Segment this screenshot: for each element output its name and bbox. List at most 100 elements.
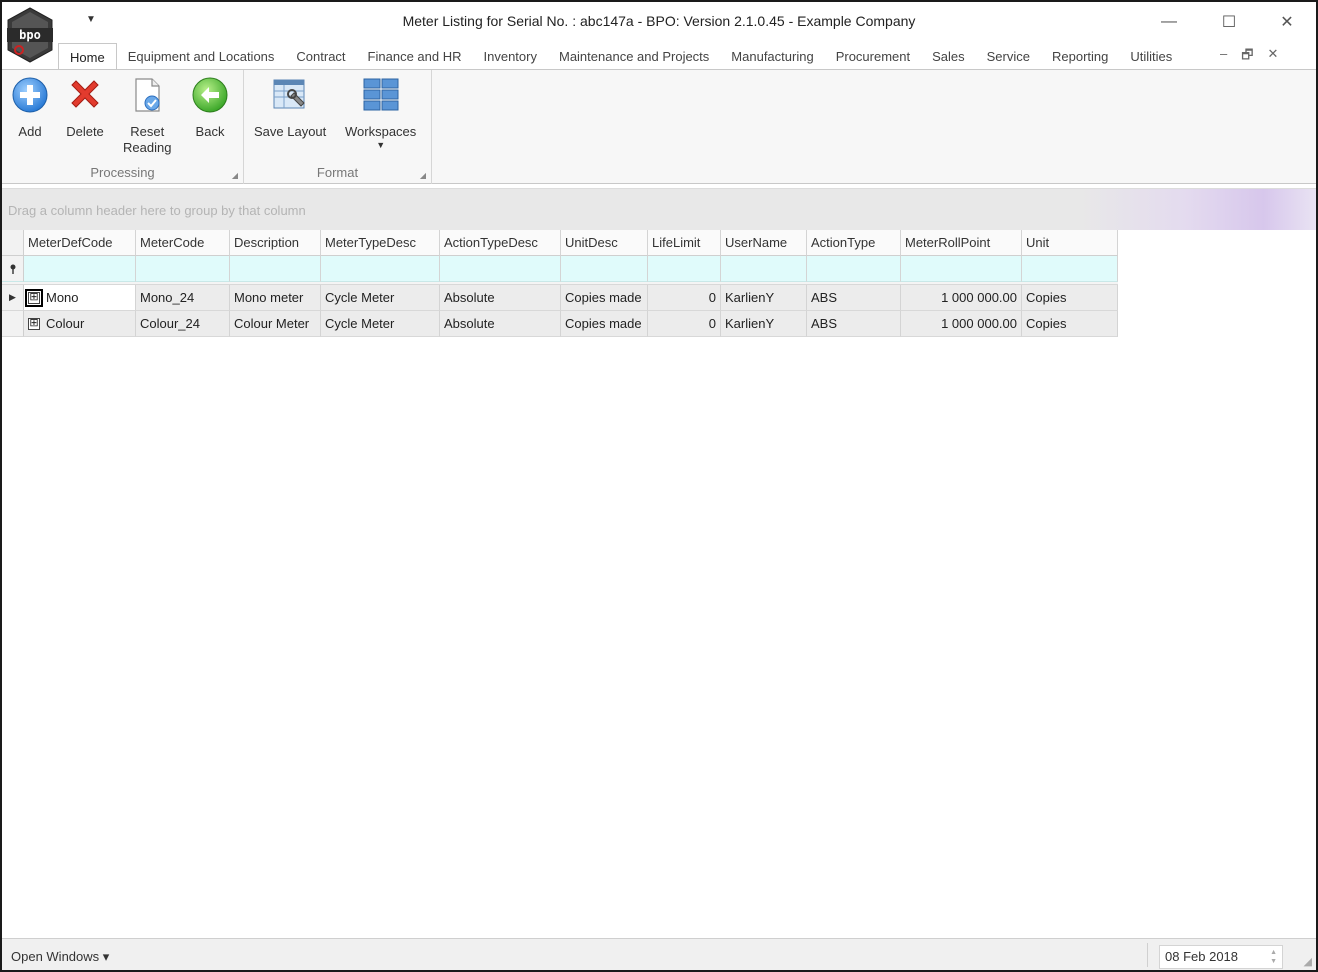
expand-row-icon[interactable]: ⊞ (25, 288, 43, 307)
tab-manufacturing[interactable]: Manufacturing (720, 43, 824, 69)
cell-unit[interactable]: Copies (1022, 285, 1118, 311)
tab-home[interactable]: Home (58, 43, 117, 70)
column-header-metertypedesc[interactable]: MeterTypeDesc (321, 230, 440, 256)
grid-header-row: MeterDefCode MeterCode Description Meter… (2, 230, 1118, 256)
workspaces-dropdown-icon: ▼ (376, 140, 386, 150)
workspaces-button[interactable]: Workspaces ▼ (345, 76, 416, 150)
save-layout-button[interactable]: Save Layout (254, 76, 326, 140)
pin-filter-icon (2, 256, 24, 282)
column-header-lifelimit[interactable]: LifeLimit (648, 230, 721, 256)
expand-row-icon[interactable]: ⊞ (28, 317, 40, 330)
mdi-close-button[interactable]: ✕ (1267, 46, 1278, 68)
delete-x-icon (66, 76, 104, 114)
filter-cell-lifelimit[interactable] (648, 256, 721, 282)
cell-meterdefcode[interactable]: ⊞ Mono (24, 285, 136, 311)
ribbon-group-format: Save Layout Workspaces ▼ Format ◢ (244, 70, 432, 184)
cell-description[interactable]: Mono meter (230, 285, 321, 311)
filter-cell-meterrollpoint[interactable] (901, 256, 1022, 282)
column-header-unit[interactable]: Unit (1022, 230, 1118, 256)
close-button[interactable]: ✕ (1264, 8, 1310, 36)
date-field[interactable]: 08 Feb 2018 ▲ ▼ (1159, 945, 1283, 969)
table-row[interactable]: ⊞ Colour Colour_24 Colour Meter Cycle Me… (2, 311, 1118, 337)
add-plus-icon (11, 76, 49, 114)
mdi-minimize-button[interactable]: – (1220, 46, 1227, 68)
back-button[interactable]: Back (191, 76, 229, 140)
cell-username[interactable]: KarlienY (721, 285, 807, 311)
open-windows-button[interactable]: Open Windows ▾ (11, 949, 109, 965)
delete-button[interactable]: Delete (66, 76, 104, 140)
cell-actiontypedesc[interactable]: Absolute (440, 285, 561, 311)
cell-meterrollpoint[interactable]: 1 000 000.00 (901, 311, 1022, 337)
format-group-label: Format (316, 165, 359, 180)
tab-inventory[interactable]: Inventory (473, 43, 548, 69)
maximize-button[interactable]: ☐ (1206, 8, 1252, 36)
cell-metercode[interactable]: Colour_24 (136, 311, 230, 337)
resize-grip-icon[interactable]: ◢ (1304, 955, 1312, 968)
cell-username[interactable]: KarlienY (721, 311, 807, 337)
date-spin-icon[interactable]: ▲ ▼ (1270, 948, 1277, 966)
cell-meterrollpoint[interactable]: 1 000 000.00 (901, 285, 1022, 311)
filter-cell-metercode[interactable] (136, 256, 230, 282)
column-header-meterdefcode[interactable]: MeterDefCode (24, 230, 136, 256)
cell-lifelimit[interactable]: 0 (648, 285, 721, 311)
workspaces-label: Workspaces (345, 124, 417, 139)
filter-cell-actiontype[interactable] (807, 256, 901, 282)
column-header-actiontypedesc[interactable]: ActionTypeDesc (440, 230, 561, 256)
tab-equipment-and-locations[interactable]: Equipment and Locations (117, 43, 286, 69)
window-title: Meter Listing for Serial No. : abc147a -… (402, 13, 916, 29)
cell-meterdefcode[interactable]: ⊞ Colour (24, 311, 136, 337)
cell-description[interactable]: Colour Meter (230, 311, 321, 337)
save-layout-label: Save Layout (254, 124, 327, 139)
filter-cell-meterdefcode[interactable] (24, 256, 136, 282)
tab-utilities[interactable]: Utilities (1119, 43, 1183, 69)
format-dialog-launcher-icon[interactable]: ◢ (420, 171, 426, 180)
group-by-panel[interactable]: Drag a column header here to group by th… (2, 188, 1316, 230)
table-row[interactable]: ▶ ⊞ Mono Mono_24 Mono meter Cycle Meter … (2, 285, 1118, 311)
tab-finance-and-hr[interactable]: Finance and HR (357, 43, 473, 69)
cell-actiontype[interactable]: ABS (807, 285, 901, 311)
back-arrow-icon (191, 76, 229, 114)
cell-unitdesc[interactable]: Copies made (561, 285, 648, 311)
cell-lifelimit[interactable]: 0 (648, 311, 721, 337)
cell-metertypedesc[interactable]: Cycle Meter (321, 285, 440, 311)
cell-actiontypedesc[interactable]: Absolute (440, 311, 561, 337)
status-bar: Open Windows ▾ 08 Feb 2018 ▲ ▼ ◢ (2, 938, 1316, 970)
cell-unit[interactable]: Copies (1022, 311, 1118, 337)
tab-sales[interactable]: Sales (921, 43, 976, 69)
filter-cell-unitdesc[interactable] (561, 256, 648, 282)
status-separator (1147, 943, 1148, 967)
filter-cell-metertypedesc[interactable] (321, 256, 440, 282)
meter-grid: MeterDefCode MeterCode Description Meter… (2, 230, 1118, 337)
column-header-meterrollpoint[interactable]: MeterRollPoint (901, 230, 1022, 256)
column-header-username[interactable]: UserName (721, 230, 807, 256)
tab-contract[interactable]: Contract (285, 43, 356, 69)
tab-procurement[interactable]: Procurement (825, 43, 921, 69)
focused-row-indicator-icon: ▶ (2, 285, 24, 311)
column-header-description[interactable]: Description (230, 230, 321, 256)
cell-metertypedesc[interactable]: Cycle Meter (321, 311, 440, 337)
reset-reading-document-icon (128, 76, 166, 114)
column-header-actiontype[interactable]: ActionType (807, 230, 901, 256)
svg-text:bpo: bpo (19, 28, 41, 42)
cell-meterdefcode-text: Mono (46, 290, 79, 305)
filter-cell-description[interactable] (230, 256, 321, 282)
minimize-button[interactable]: — (1146, 8, 1192, 36)
filter-cell-username[interactable] (721, 256, 807, 282)
cell-metercode[interactable]: Mono_24 (136, 285, 230, 311)
back-label: Back (195, 124, 225, 139)
reset-reading-button[interactable]: Reset Reading (123, 76, 171, 156)
cell-meterdefcode-text: Colour (46, 316, 85, 331)
ribbon: Add Delete Reset Reading Back Processing… (2, 69, 1316, 184)
cell-unitdesc[interactable]: Copies made (561, 311, 648, 337)
add-button[interactable]: Add (11, 76, 49, 140)
column-header-unitdesc[interactable]: UnitDesc (561, 230, 648, 256)
filter-cell-unit[interactable] (1022, 256, 1118, 282)
tab-reporting[interactable]: Reporting (1041, 43, 1119, 69)
processing-dialog-launcher-icon[interactable]: ◢ (232, 171, 238, 180)
tab-maintenance-and-projects[interactable]: Maintenance and Projects (548, 43, 720, 69)
tab-service[interactable]: Service (976, 43, 1041, 69)
mdi-restore-button[interactable]: 🗗 (1241, 46, 1253, 68)
filter-cell-actiontypedesc[interactable] (440, 256, 561, 282)
cell-actiontype[interactable]: ABS (807, 311, 901, 337)
column-header-metercode[interactable]: MeterCode (136, 230, 230, 256)
